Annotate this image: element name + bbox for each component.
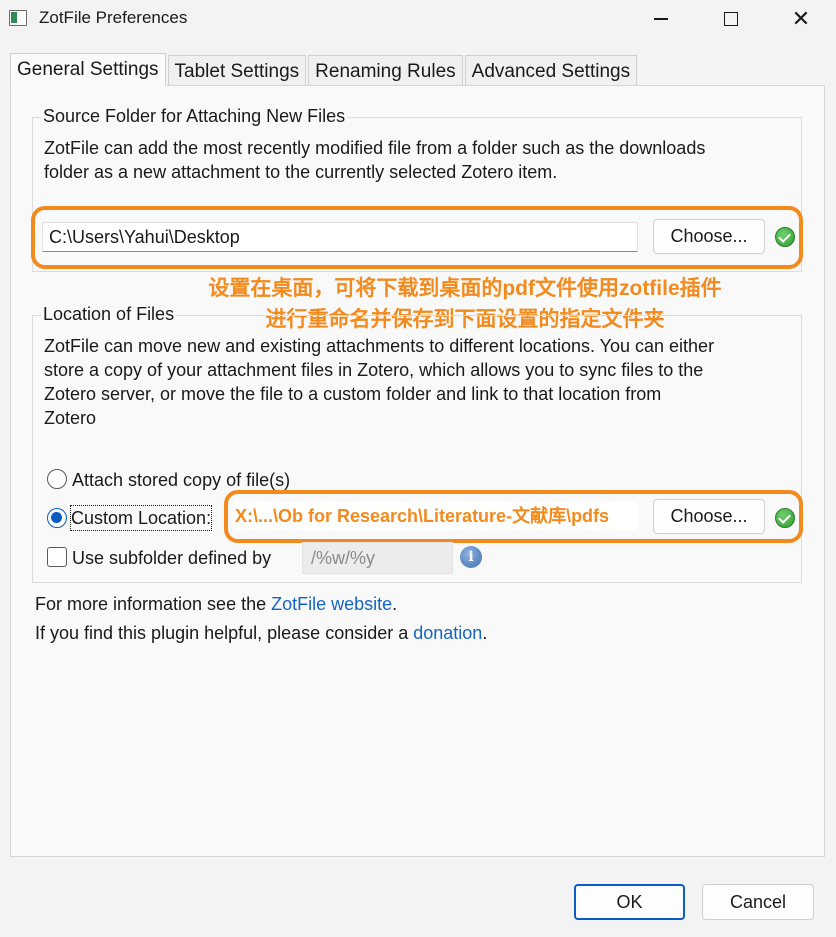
check-circle-icon	[775, 227, 795, 247]
source-folder-choose-button[interactable]: Choose...	[653, 219, 765, 254]
attach-stored-copy-label[interactable]: Attach stored copy of file(s)	[72, 468, 290, 492]
use-subfolder-checkbox[interactable]	[47, 547, 67, 567]
source-folder-legend: Source Folder for Attaching New Files	[41, 106, 348, 127]
source-folder-description-line1: ZotFile can add the most recently modifi…	[44, 138, 706, 158]
minimize-button[interactable]	[626, 0, 696, 38]
maximize-button[interactable]	[696, 0, 766, 38]
attach-stored-copy-radio[interactable]	[47, 469, 67, 489]
custom-location-radio[interactable]	[47, 508, 67, 528]
location-description-line1: ZotFile can move new and existing attach…	[44, 336, 715, 356]
minimize-icon	[654, 18, 668, 20]
annotation-line1: 设置在桌面，可将下载到桌面的pdf文件使用zotfile插件	[208, 277, 722, 300]
app-icon	[9, 10, 27, 26]
tab-renaming-rules[interactable]: Renaming Rules	[308, 55, 463, 86]
donation-link[interactable]: donation	[413, 623, 482, 643]
custom-location-label[interactable]: Custom Location:	[69, 505, 213, 531]
close-button[interactable]: ✕	[766, 0, 836, 38]
location-of-files-legend: Location of Files	[41, 304, 177, 325]
window-title: ZotFile Preferences	[39, 8, 188, 27]
custom-location-choose-button[interactable]: Choose...	[653, 499, 765, 534]
title-bar: ZotFile Preferences ✕	[0, 0, 836, 38]
ok-button[interactable]: OK	[574, 884, 685, 920]
location-description-line3: Zotero server, or move the file to a cus…	[44, 384, 662, 404]
donation-prefix: If you find this plugin helpful, please …	[35, 623, 414, 643]
donation-line: If you find this plugin helpful, please …	[35, 621, 487, 645]
tab-advanced-settings[interactable]: Advanced Settings	[464, 55, 638, 86]
more-info-line: For more information see the ZotFile web…	[35, 592, 397, 616]
donation-suffix: .	[482, 623, 488, 643]
tab-tablet-settings[interactable]: Tablet Settings	[167, 55, 307, 86]
maximize-icon	[724, 12, 738, 26]
custom-location-path-input[interactable]: X:\...\Ob for Research\Literature-文献库\pd…	[233, 501, 638, 531]
info-icon[interactable]: i	[460, 546, 482, 568]
location-description-line4: Zotero	[44, 408, 97, 428]
source-folder-path-input[interactable]: C:\Users\Yahui\Desktop	[42, 222, 638, 252]
tab-general-settings[interactable]: General Settings	[10, 53, 166, 86]
source-folder-description-line2: folder as a new attachment to the curren…	[44, 162, 558, 182]
use-subfolder-label[interactable]: Use subfolder defined by	[72, 546, 271, 570]
more-info-suffix: .	[392, 594, 398, 614]
more-info-prefix: For more information see the	[35, 594, 272, 614]
subfolder-format-input[interactable]: /%w/%y	[302, 542, 453, 574]
zotfile-website-link[interactable]: ZotFile website	[271, 594, 392, 614]
location-description-line2: store a copy of your attachment files in…	[44, 360, 704, 380]
tab-bar: General Settings Tablet Settings Renamin…	[10, 53, 639, 86]
check-circle-icon	[775, 508, 795, 528]
close-icon: ✕	[791, 6, 811, 31]
cancel-button[interactable]: Cancel	[702, 884, 814, 920]
